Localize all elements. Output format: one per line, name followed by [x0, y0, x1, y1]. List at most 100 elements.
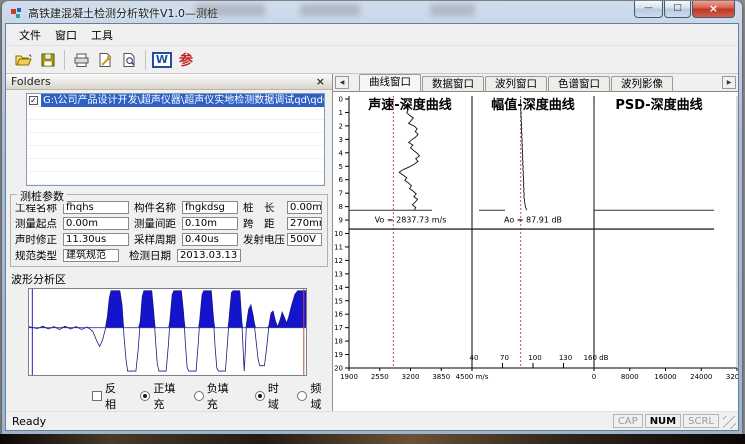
test-date-field[interactable]: 2013.03.13 — [177, 249, 241, 262]
file-list-item[interactable]: ✓ G:\公司产品设计开发\超声仪器\超声仪实地检测数据调试qd\qd03\qd… — [27, 94, 324, 107]
parameter-button[interactable]: 参 — [174, 49, 198, 71]
svg-text:0: 0 — [592, 373, 596, 381]
svg-text:16: 16 — [334, 311, 343, 319]
tab-bar: ◀ 曲线窗口 数据窗口 波列窗口 色谱窗口 波列影像 ▶ — [333, 74, 738, 92]
open-file-button[interactable] — [12, 49, 36, 71]
svg-text:10: 10 — [334, 230, 343, 238]
sample-period-field[interactable]: 0.40us — [182, 233, 238, 246]
svg-text:8: 8 — [339, 203, 343, 211]
svg-text:Ao = 87.91 dB: Ao = 87.91 dB — [504, 215, 562, 224]
time-domain-label: 时域 — [268, 380, 290, 411]
param-label: 声时修正 — [15, 232, 63, 247]
svg-text:5: 5 — [339, 163, 343, 171]
menu-window[interactable]: 窗口 — [48, 25, 84, 45]
waveform-display[interactable] — [28, 288, 307, 376]
svg-text:16000: 16000 — [654, 373, 676, 381]
param-label: 桩 长 — [243, 200, 287, 215]
time-correction-field[interactable]: 11.30us — [63, 233, 129, 246]
maximize-button[interactable]: □ — [664, 1, 691, 18]
num-lock-indicator: NUM — [645, 414, 681, 428]
empty-list-row — [27, 107, 324, 120]
glass-reflection — [430, 4, 475, 16]
titlebar[interactable]: 高铁建混凝土检测分析软件V1.0—测桩 — □ × — [5, 3, 739, 23]
file-path-label[interactable]: G:\公司产品设计开发\超声仪器\超声仪实地检测数据调试qd\qd03\qd03… — [41, 94, 324, 107]
measure-interval-field[interactable]: 0.10m — [182, 217, 238, 230]
minimize-button[interactable]: — — [634, 1, 663, 18]
resize-grip[interactable] — [723, 416, 736, 429]
voltage-field[interactable]: 500V — [287, 233, 322, 246]
file-checkbox[interactable]: ✓ — [29, 96, 38, 105]
word-export-button[interactable]: W — [150, 49, 174, 71]
toolbar: W 参 — [6, 46, 738, 74]
status-ready-text: Ready — [12, 415, 46, 428]
file-listbox[interactable]: ✓ G:\公司产品设计开发\超声仪器\超声仪实地检测数据调试qd\qd03\qd… — [26, 93, 325, 186]
tab-scroll-left-icon[interactable]: ◀ — [335, 76, 349, 89]
empty-list-row — [27, 159, 324, 172]
svg-text:6: 6 — [339, 176, 344, 184]
svg-text:Vo = 2837.73 m/s: Vo = 2837.73 m/s — [375, 215, 447, 224]
tab-wavetrain-image[interactable]: 波列影像 — [611, 76, 673, 91]
positive-fill-label: 正填充 — [153, 380, 185, 411]
param-label: 采样周期 — [134, 232, 182, 247]
print-setup-button[interactable] — [93, 49, 117, 71]
glass-reflection — [195, 4, 265, 16]
empty-list-row — [27, 133, 324, 146]
pile-params-title: 测桩参数 — [17, 188, 67, 204]
svg-text:100: 100 — [528, 354, 541, 362]
tab-scroll-right-icon[interactable]: ▶ — [722, 76, 736, 89]
svg-text:1900: 1900 — [340, 373, 358, 381]
param-char-icon: 参 — [179, 50, 193, 70]
span-field[interactable]: 270mm — [287, 217, 322, 230]
measure-start-field[interactable]: 0.00m — [63, 217, 129, 230]
close-button[interactable]: × — [692, 1, 735, 18]
pile-length-field[interactable]: 0.00m — [287, 201, 322, 214]
tab-spectrum-window[interactable]: 色谱窗口 — [548, 76, 610, 91]
svg-text:2: 2 — [339, 122, 343, 130]
svg-text:20: 20 — [334, 365, 343, 373]
freq-domain-label: 频域 — [310, 380, 332, 411]
time-domain-radio[interactable] — [255, 391, 265, 401]
folders-panel-header: Folders × — [6, 74, 332, 90]
svg-text:130: 130 — [559, 354, 572, 362]
pile-params-group: 测桩参数 工程名称 fhqhs 构件名称 fhgkdsg 桩 长 0.00m 测… — [10, 194, 328, 267]
print-button[interactable] — [69, 49, 93, 71]
tab-wavetrain-window[interactable]: 波列窗口 — [485, 76, 547, 91]
svg-text:32000: 32000 — [726, 373, 738, 381]
empty-list-row — [27, 120, 324, 133]
svg-text:24000: 24000 — [690, 373, 712, 381]
chart-panel: ◀ 曲线窗口 数据窗口 波列窗口 色谱窗口 波列影像 ▶ 声速-深度曲线 幅值-… — [333, 74, 738, 411]
positive-fill-radio[interactable] — [140, 391, 150, 401]
page-tool-icon — [97, 52, 113, 68]
empty-list-row — [27, 172, 324, 185]
window-title: 高铁建混凝土检测分析软件V1.0—测桩 — [28, 5, 218, 21]
menu-tools[interactable]: 工具 — [84, 25, 120, 45]
tab-data-window[interactable]: 数据窗口 — [422, 76, 484, 91]
negative-fill-radio[interactable] — [194, 391, 204, 401]
svg-text:17: 17 — [334, 324, 343, 332]
menu-file[interactable]: 文件 — [12, 25, 48, 45]
invert-label: 反相 — [105, 380, 127, 411]
print-preview-button[interactable] — [117, 49, 141, 71]
empty-list-row — [27, 146, 324, 159]
folders-panel-close-icon[interactable]: × — [314, 75, 327, 88]
svg-text:15: 15 — [334, 297, 343, 305]
freq-domain-radio[interactable] — [297, 391, 307, 401]
tab-curve-window[interactable]: 曲线窗口 — [359, 74, 421, 91]
word-icon: W — [152, 52, 172, 68]
spec-type-field[interactable]: 建筑规范 — [63, 249, 119, 262]
invert-checkbox[interactable] — [92, 391, 102, 401]
save-button[interactable] — [36, 49, 60, 71]
toolbar-separator — [64, 50, 65, 70]
project-name-field[interactable]: fhqhs — [63, 201, 129, 214]
waveform-controls: 反相 正填充 负填充 时域 频域 — [92, 380, 332, 411]
svg-text:4500 m/s: 4500 m/s — [456, 373, 489, 381]
svg-text:2550: 2550 — [371, 373, 389, 381]
component-name-field[interactable]: fhgkdsg — [182, 201, 238, 214]
svg-text:3850: 3850 — [432, 373, 450, 381]
depth-curves-chart[interactable]: 声速-深度曲线 幅值-深度曲线 PSD-深度曲线 012345678910111… — [333, 92, 738, 411]
svg-text:3: 3 — [339, 136, 343, 144]
app-icon — [11, 7, 23, 19]
printer-icon — [73, 52, 90, 68]
open-folder-icon — [15, 52, 33, 68]
svg-text:1: 1 — [339, 109, 343, 117]
